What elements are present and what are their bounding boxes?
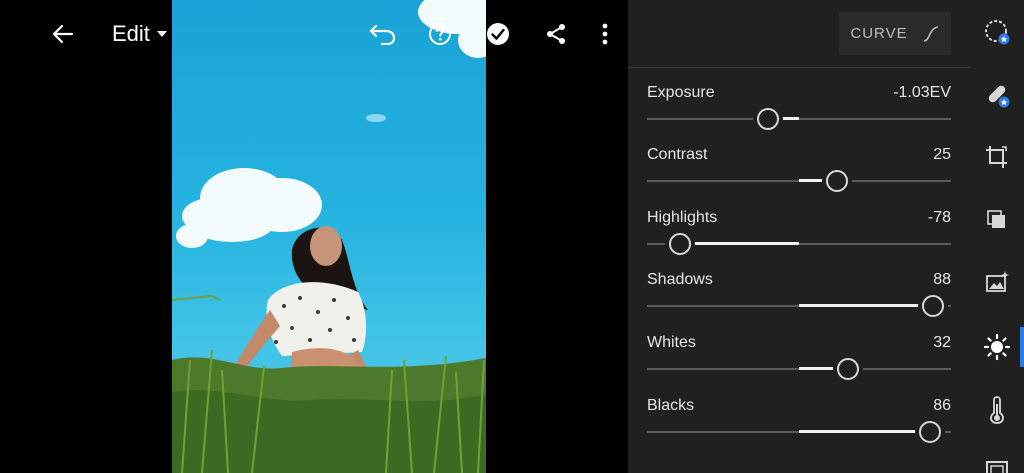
slider-label: Shadows [647,271,713,288]
slider-label: Highlights [647,209,718,226]
whites-slider[interactable]: Whites 32 [647,334,951,386]
slider-value: 88 [933,271,951,288]
check-circle-icon [487,23,509,45]
photo-illustration [172,0,486,473]
more-options-button[interactable] [590,14,620,54]
layers-icon [987,210,1005,228]
contrast-slider[interactable]: Contrast 25 [647,146,951,198]
crop-icon [986,146,1007,168]
light-adjustments-panel: CURVE Exposure -1.03EV Contrast 25 Highl… [628,0,970,473]
photo-image[interactable] [172,0,486,473]
slider-value: -1.03EV [893,84,951,101]
tool-rail [970,0,1024,473]
slider-value: 86 [933,397,951,414]
slider-fill [799,430,930,433]
slider-track[interactable] [647,118,951,120]
share-button[interactable] [538,14,574,54]
healing-button[interactable] [981,79,1013,111]
light-icon [983,333,1011,361]
slider-value: -78 [927,209,951,226]
slider-label: Exposure [647,84,715,101]
done-button[interactable] [480,14,516,54]
crop-button[interactable] [981,141,1013,173]
exposure-slider[interactable]: Exposure -1.03EV [647,84,951,136]
photo-viewport[interactable]: Edit [0,0,628,473]
presets-button[interactable] [981,16,1013,48]
slider-thumb[interactable] [918,421,941,443]
slider-label: Whites [647,334,696,351]
slider-label: Blacks [647,397,695,414]
active-tool-indicator [1020,327,1024,367]
caret-down-icon [156,31,167,37]
presets-icon [985,20,1010,45]
shadows-slider[interactable]: Shadows 88 [647,271,951,323]
help-button[interactable] [422,14,458,54]
slider-thumb[interactable] [756,108,779,130]
light-button[interactable] [981,331,1013,363]
effects-button[interactable] [981,456,1013,473]
slider-fill [680,242,799,245]
curve-button[interactable]: CURVE [839,12,951,55]
effects-icon [986,461,1008,473]
undo-icon [369,24,396,45]
highlights-slider[interactable]: Highlights -78 [647,209,951,261]
auto-button[interactable] [981,266,1013,298]
panel-divider [628,67,970,68]
curve-label: CURVE [850,25,908,42]
slider-value: 32 [933,334,951,351]
arrow-left-icon [52,24,74,44]
slider-value: 25 [933,146,951,163]
blacks-slider[interactable]: Blacks 86 [647,397,951,449]
auto-icon [986,271,1009,292]
healing-icon [988,85,1010,108]
color-button[interactable] [981,394,1013,426]
slider-thumb[interactable] [826,170,848,192]
layers-button[interactable] [981,204,1013,236]
slider-thumb[interactable] [921,295,944,317]
curve-icon [923,25,938,42]
share-icon [547,24,565,44]
edit-mode-dropdown[interactable]: Edit [112,14,178,54]
more-vertical-icon [602,23,608,45]
slider-thumb[interactable] [836,358,859,380]
back-button[interactable] [46,14,80,54]
help-icon [429,23,451,45]
thermometer-icon [990,396,1004,424]
slider-label: Contrast [647,146,708,163]
slider-fill [799,304,933,307]
undo-button[interactable] [364,14,400,54]
slider-thumb[interactable] [669,233,692,255]
edit-mode-label: Edit [112,21,150,46]
